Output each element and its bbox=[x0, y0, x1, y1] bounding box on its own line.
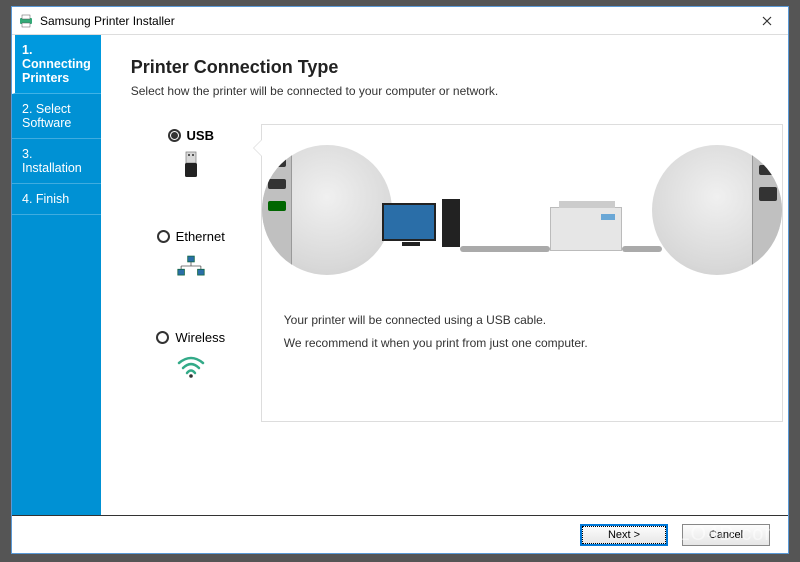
installer-window: Samsung Printer Installer 1. Connecting … bbox=[11, 6, 789, 554]
sidebar-item-connecting[interactable]: 1. Connecting Printers bbox=[12, 35, 101, 94]
option-usb[interactable]: USB bbox=[131, 128, 251, 179]
ethernet-icon bbox=[177, 252, 205, 280]
next-button[interactable]: Next > bbox=[580, 524, 668, 546]
footer: Next > Cancel bbox=[12, 515, 788, 553]
sidebar: 1. Connecting Printers 2. Select Softwar… bbox=[12, 35, 101, 515]
radio-usb[interactable] bbox=[168, 129, 181, 142]
option-label-usb: USB bbox=[187, 128, 214, 143]
page-subtitle: Select how the printer will be connected… bbox=[131, 84, 783, 98]
wireless-icon bbox=[177, 353, 205, 381]
panel-text: Your printer will be connected using a U… bbox=[262, 295, 782, 369]
option-label-wireless: Wireless bbox=[175, 330, 225, 345]
panel-line2: We recommend it when you print from just… bbox=[284, 332, 760, 355]
radio-ethernet[interactable] bbox=[157, 230, 170, 243]
option-label-ethernet: Ethernet bbox=[176, 229, 225, 244]
option-ethernet[interactable]: Ethernet bbox=[131, 229, 251, 280]
page-title: Printer Connection Type bbox=[131, 57, 783, 78]
titlebar: Samsung Printer Installer bbox=[12, 7, 788, 35]
options-row: USB Ethernet bbox=[131, 124, 783, 422]
detail-panel: Your printer will be connected using a U… bbox=[261, 124, 783, 422]
panel-line1: Your printer will be connected using a U… bbox=[284, 309, 760, 332]
window-title: Samsung Printer Installer bbox=[40, 14, 746, 28]
options-column: USB Ethernet bbox=[131, 124, 251, 422]
sidebar-item-software[interactable]: 2. Select Software bbox=[12, 94, 101, 139]
content-area: 1. Connecting Printers 2. Select Softwar… bbox=[12, 35, 788, 515]
cancel-button[interactable]: Cancel bbox=[682, 524, 770, 546]
close-button[interactable] bbox=[746, 7, 788, 35]
main-panel: Printer Connection Type Select how the p… bbox=[101, 35, 800, 515]
radio-wireless[interactable] bbox=[156, 331, 169, 344]
sidebar-item-finish[interactable]: 4. Finish bbox=[12, 184, 101, 215]
sidebar-item-installation[interactable]: 3. Installation bbox=[12, 139, 101, 184]
app-icon bbox=[18, 13, 34, 29]
usb-icon bbox=[177, 151, 205, 179]
illustration bbox=[262, 125, 782, 295]
option-wireless[interactable]: Wireless bbox=[131, 330, 251, 381]
